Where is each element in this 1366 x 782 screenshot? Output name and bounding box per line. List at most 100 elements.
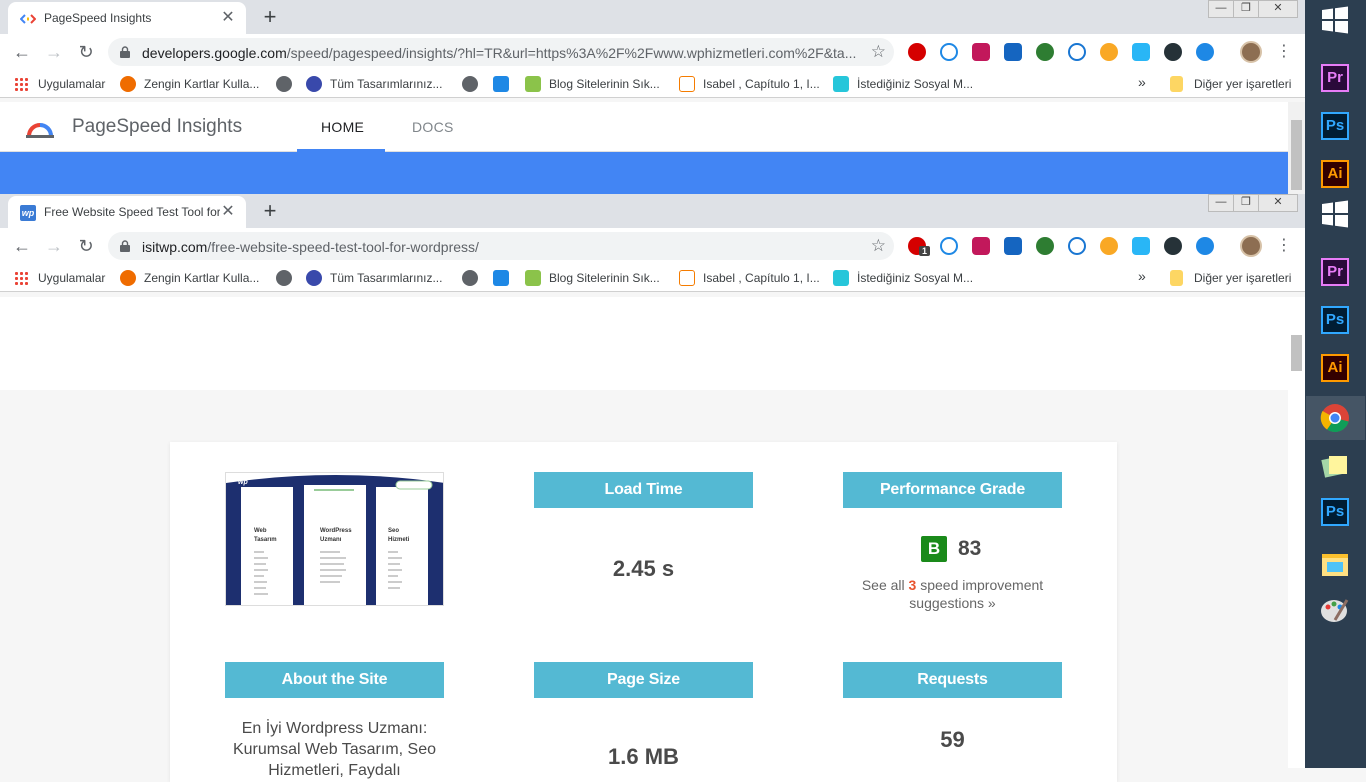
bookmark-star-icon[interactable]: ☆	[871, 42, 886, 62]
iq-icon[interactable]	[1132, 43, 1150, 61]
bookmark-apps[interactable]: Uygulamalar	[14, 270, 114, 286]
bookmark-item[interactable]: Blog Sitelerinin Sık...	[525, 76, 675, 92]
bookmark-globe[interactable]	[276, 76, 292, 92]
address-bar[interactable]: isitwp.com/free-website-speed-test-tool-…	[108, 232, 894, 260]
restore-button[interactable]: ❐	[1233, 194, 1259, 212]
d-icon[interactable]	[972, 43, 990, 61]
restore-button[interactable]: ❐	[1233, 0, 1259, 18]
green-icon[interactable]	[1036, 237, 1054, 255]
iq-icon[interactable]	[1132, 237, 1150, 255]
d-icon[interactable]	[972, 237, 990, 255]
back-icon[interactable]: ←	[10, 40, 34, 64]
tab-pagespeed[interactable]: PageSpeed Insights ✕	[8, 2, 246, 34]
other-bookmarks[interactable]: Diğer yer işaretleri	[1170, 270, 1300, 286]
avatar[interactable]	[1240, 41, 1262, 63]
suggestions-link[interactable]: See all 3 speed improvement suggestions …	[843, 576, 1062, 612]
bookmark-item[interactable]: Isabel , Capítulo 1, I...	[679, 270, 829, 286]
minimize-button[interactable]: —	[1208, 194, 1234, 212]
bookmark-blue-icon	[493, 76, 509, 92]
spark-icon[interactable]	[1100, 43, 1118, 61]
photoshop-icon[interactable]: Ps	[1321, 112, 1349, 140]
avatar[interactable]	[1240, 235, 1262, 257]
file-explorer-icon[interactable]	[1319, 548, 1351, 580]
close-window-button[interactable]: ✕	[1258, 0, 1298, 18]
nav-docs[interactable]: DOCS	[412, 119, 454, 135]
pagespeed-favicon-icon	[20, 14, 36, 24]
close-window-button[interactable]: ✕	[1258, 194, 1298, 212]
reload-icon[interactable]: ↻	[74, 234, 98, 258]
page-title: PageSpeed Insights	[72, 116, 243, 137]
photoshop-icon[interactable]: Ps	[1321, 498, 1349, 526]
thumb-logo: wp	[238, 479, 248, 486]
bookmark-item[interactable]: Blog Sitelerinin Sık...	[525, 270, 675, 286]
menu-icon[interactable]: ⋮	[1276, 41, 1292, 61]
s-icon[interactable]	[1004, 43, 1022, 61]
other-bookmarks[interactable]: Diğer yer işaretleri	[1170, 76, 1300, 92]
reload-icon[interactable]: ↻	[74, 40, 98, 64]
chrome-icon[interactable]	[1319, 402, 1351, 434]
illustrator-icon[interactable]: Ai	[1321, 354, 1349, 382]
minimize-button[interactable]: —	[1208, 0, 1234, 18]
rocket-icon[interactable]	[1164, 43, 1182, 61]
bookmark-globe[interactable]	[276, 270, 292, 286]
bookmarks-more[interactable]: »	[1138, 268, 1150, 284]
link-icon[interactable]	[1196, 237, 1214, 255]
bookmark-globe[interactable]	[462, 270, 478, 286]
bookmark-item[interactable]: Isabel , Capítulo 1, I...	[679, 76, 829, 92]
folder-icon	[1170, 76, 1183, 92]
new-tab-button[interactable]: +	[256, 198, 284, 226]
s-icon[interactable]	[1004, 237, 1022, 255]
sugg-count: 3	[908, 577, 917, 593]
bookmark-item[interactable]: Zengin Kartlar Kulla...	[120, 270, 270, 286]
premiere-icon[interactable]: Pr	[1321, 258, 1349, 286]
thumb-col-title: Web Tasarım	[254, 528, 277, 543]
nav-home[interactable]: HOME	[321, 119, 364, 135]
bookmark-globe[interactable]	[462, 76, 478, 92]
premiere-icon[interactable]: Pr	[1321, 64, 1349, 92]
opera-icon[interactable]	[908, 43, 926, 61]
menu-icon[interactable]: ⋮	[1276, 235, 1292, 255]
bookmark-c-icon	[306, 76, 322, 92]
infinity-icon[interactable]	[940, 43, 958, 61]
back-icon[interactable]: ←	[10, 234, 34, 258]
scrollbar[interactable]	[1288, 102, 1305, 194]
rocket-icon[interactable]	[1164, 237, 1182, 255]
link-icon[interactable]	[1196, 43, 1214, 61]
bookmark-item[interactable]: Zengin Kartlar Kulla...	[120, 76, 270, 92]
sticky-notes-icon[interactable]	[1319, 450, 1351, 482]
bookmark-blue[interactable]	[493, 76, 509, 92]
windows-icon[interactable]	[1319, 198, 1351, 230]
illustrator-icon[interactable]: Ai	[1321, 160, 1349, 188]
photoshop-icon[interactable]: Ps	[1321, 306, 1349, 334]
spark-icon[interactable]	[1100, 237, 1118, 255]
bookmarks-more[interactable]: »	[1138, 74, 1150, 90]
bookmark-item[interactable]: Tüm Tasarımlarınız...	[306, 76, 456, 92]
scrollbar[interactable]	[1288, 297, 1305, 768]
bookmark-apps[interactable]: Uygulamalar	[14, 76, 114, 92]
tab-isitwp[interactable]: wp Free Website Speed Test Tool for ✕	[8, 196, 246, 228]
green-icon[interactable]	[1036, 43, 1054, 61]
bookmark-blue[interactable]	[493, 270, 509, 286]
tab-close-icon[interactable]: ✕	[218, 202, 238, 222]
bookmark-item[interactable]: İstediğiniz Sosyal M...	[833, 76, 983, 92]
bookmark-item[interactable]: İstediğiniz Sosyal M...	[833, 270, 983, 286]
browser-toolbar: ← → ↻ isitwp.com/free-website-speed-test…	[0, 228, 1305, 264]
a-icon[interactable]	[1068, 43, 1086, 61]
bookmark-orange-icon	[120, 270, 136, 286]
address-bar[interactable]: developers.google.com/speed/pagespeed/in…	[108, 38, 894, 66]
infinity-icon[interactable]	[940, 237, 958, 255]
forward-icon[interactable]: →	[42, 40, 66, 64]
site-thumbnail: wp Web Tasarım WordPress Uzmanı Seo Hizm…	[225, 472, 444, 606]
load-time-value: 2.45 s	[612, 556, 675, 581]
bookmark-item[interactable]: Tüm Tasarımlarınız...	[306, 270, 456, 286]
bookmark-star-icon[interactable]: ☆	[871, 236, 886, 256]
forward-icon[interactable]: →	[42, 234, 66, 258]
extension-badge: 1	[919, 246, 931, 256]
a-icon[interactable]	[1068, 237, 1086, 255]
new-tab-button[interactable]: +	[256, 4, 284, 32]
requests-label: Requests	[843, 662, 1062, 698]
paint-icon[interactable]	[1319, 594, 1351, 626]
windows-icon[interactable]	[1319, 4, 1351, 36]
lock-icon	[120, 240, 130, 252]
tab-close-icon[interactable]: ✕	[218, 8, 238, 28]
